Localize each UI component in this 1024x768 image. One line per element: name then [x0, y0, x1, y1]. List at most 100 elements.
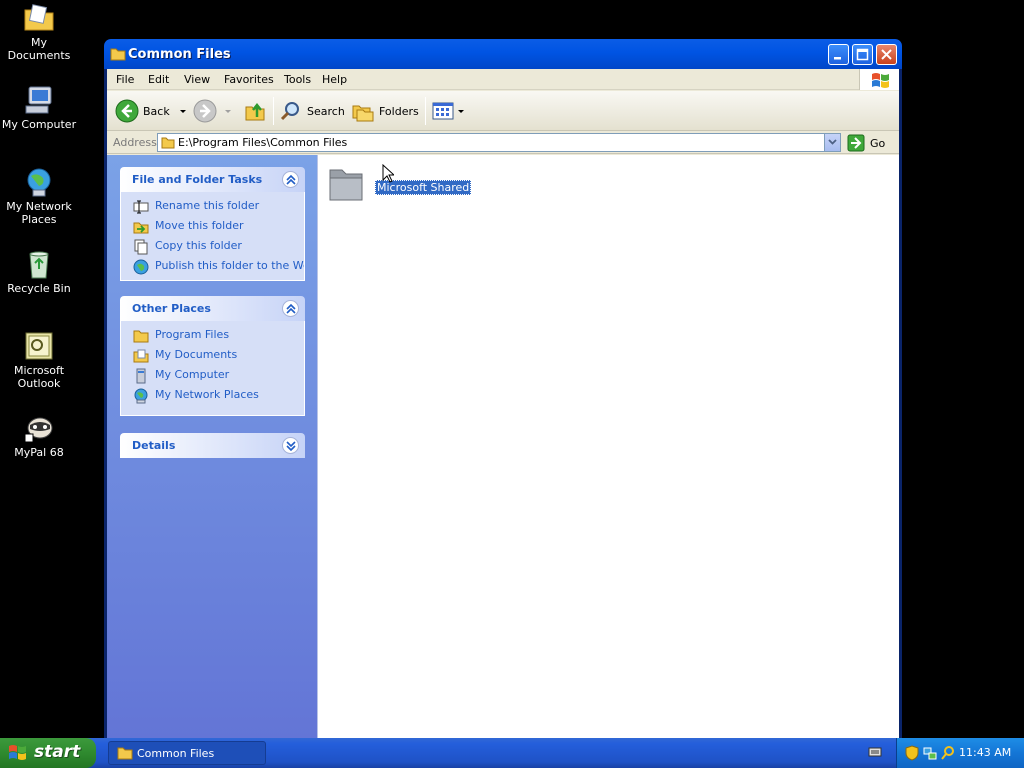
desktop-icon-label: My Documents [7, 36, 71, 62]
desktop-icon-mypal[interactable]: MyPal 68 [0, 412, 78, 459]
task-publish-folder[interactable]: Publish this folder to the Web [121, 258, 304, 278]
menu-file[interactable]: File [116, 73, 134, 86]
up-folder-button[interactable] [243, 99, 267, 123]
place-my-documents[interactable]: My Documents [121, 347, 304, 367]
search-button[interactable]: Search [279, 99, 345, 123]
folder-icon [117, 747, 133, 760]
place-label: My Network Places [155, 388, 259, 401]
file-folder-tasks-panel: File and Folder Tasks Rename this folder [120, 167, 305, 281]
maximize-button[interactable] [852, 44, 873, 65]
details-panel: Details [120, 433, 305, 458]
mypal-icon [24, 417, 53, 443]
desktop-icon-label: Microsoft Outlook [13, 364, 65, 390]
place-label: Program Files [155, 328, 230, 341]
window-frame: File Edit View Favorites Tools Help Back… [107, 69, 899, 739]
title-bar[interactable]: Common Files [104, 39, 902, 69]
menu-tools[interactable]: Tools [284, 73, 311, 86]
task-label: Rename this folder [155, 199, 260, 212]
expand-button[interactable] [282, 437, 299, 454]
search-label: Search [307, 104, 345, 118]
toolbar: Back Search Folders [107, 91, 899, 131]
place-my-network-places[interactable]: My Network Places [121, 387, 304, 407]
folders-button[interactable]: Folders [351, 99, 419, 123]
views-button[interactable] [431, 99, 465, 123]
panel-title: Other Places [132, 302, 211, 315]
menu-edit[interactable]: Edit [148, 73, 169, 86]
collapse-button[interactable] [282, 300, 299, 317]
system-tray: 11:43 AM [896, 738, 1024, 768]
desktop-icon-my-computer[interactable]: My Computer [0, 84, 78, 131]
task-move-folder[interactable]: Move this folder [121, 218, 304, 238]
task-rename-folder[interactable]: Rename this folder [121, 198, 304, 218]
collapse-button[interactable] [282, 171, 299, 188]
windows-flag-icon [9, 745, 26, 760]
folders-label: Folders [379, 104, 419, 118]
menu-favorites[interactable]: Favorites [224, 73, 274, 86]
desktop-icon-microsoft-outlook[interactable]: Microsoft Outlook [0, 330, 78, 390]
move-folder-icon [133, 222, 149, 234]
search-icon [280, 102, 299, 121]
window-title: Common Files [128, 47, 231, 62]
panel-header[interactable]: File and Folder Tasks [120, 167, 305, 192]
menu-help[interactable]: Help [322, 73, 347, 86]
desktop-icon-my-documents[interactable]: My Documents [0, 2, 78, 62]
network-status-icon[interactable] [923, 745, 937, 761]
place-program-files[interactable]: Program Files [121, 327, 304, 347]
panel-header[interactable]: Details [120, 433, 305, 458]
close-button[interactable] [876, 44, 897, 65]
task-label: Copy this folder [155, 239, 242, 252]
content-area: File and Folder Tasks Rename this folder [107, 155, 899, 739]
network-places-icon [27, 168, 51, 197]
windows-logo [859, 69, 899, 90]
my-computer-icon [25, 86, 52, 114]
double-chevron-up-icon [286, 174, 296, 185]
chevron-down-icon [828, 139, 837, 145]
start-button[interactable]: start [0, 738, 96, 768]
file-list-area[interactable]: Microsoft Shared [317, 155, 899, 739]
my-documents-icon [133, 349, 149, 363]
forward-button[interactable] [193, 99, 233, 123]
minimize-icon [834, 57, 841, 60]
menu-view[interactable]: View [184, 73, 210, 86]
back-button[interactable]: Back [115, 99, 188, 123]
place-my-computer[interactable]: My Computer [121, 367, 304, 387]
folders-icon [352, 105, 374, 122]
panel-body: Rename this folder Move this folder Copy… [120, 192, 305, 281]
task-pane: File and Folder Tasks Rename this folder [107, 155, 317, 739]
up-folder-icon [245, 102, 265, 121]
desktop-icon-recycle-bin[interactable]: Recycle Bin [0, 248, 78, 295]
panel-header[interactable]: Other Places [120, 296, 305, 321]
other-places-panel: Other Places Program Files My Documents [120, 296, 305, 416]
minimize-button[interactable] [828, 44, 849, 65]
back-arrow-icon [115, 99, 139, 123]
taskbar-window-button[interactable]: Common Files [108, 741, 266, 765]
address-input[interactable]: E:\Program Files\Common Files [157, 133, 841, 152]
keyboard-icon[interactable] [868, 746, 882, 758]
address-dropdown-button[interactable] [824, 134, 840, 151]
panel-title: Details [132, 439, 176, 452]
task-copy-folder[interactable]: Copy this folder [121, 238, 304, 258]
maximize-icon [856, 48, 869, 61]
clock: 11:43 AM [959, 746, 1012, 759]
my-computer-icon [136, 368, 146, 384]
chevron-down-icon [225, 110, 231, 113]
desktop-icon-label: MyPal 68 [14, 446, 64, 459]
panel-title: File and Folder Tasks [132, 173, 263, 186]
taskbar-window-label: Common Files [137, 747, 215, 760]
chevron-down-icon[interactable] [178, 106, 188, 116]
panel-body: Program Files My Documents My Computer M… [120, 321, 305, 416]
desktop-icon-label: My Computer [1, 118, 77, 131]
desktop-icon-label: Recycle Bin [7, 282, 71, 295]
desktop-icon-my-network-places[interactable]: My Network Places [0, 166, 78, 226]
folder-item[interactable]: Microsoft Shared [327, 164, 487, 208]
folder-icon [110, 48, 126, 61]
copy-folder-icon [134, 239, 148, 255]
network-places-icon [134, 388, 148, 404]
my-documents-icon [24, 4, 54, 31]
magnifier-tray-icon[interactable] [941, 745, 955, 761]
security-shield-icon[interactable] [905, 745, 919, 761]
go-label: Go [870, 136, 886, 150]
address-bar: Address E:\Program Files\Common Files Go [107, 132, 899, 154]
forward-arrow-icon [193, 99, 217, 123]
go-button[interactable]: Go [847, 134, 885, 152]
